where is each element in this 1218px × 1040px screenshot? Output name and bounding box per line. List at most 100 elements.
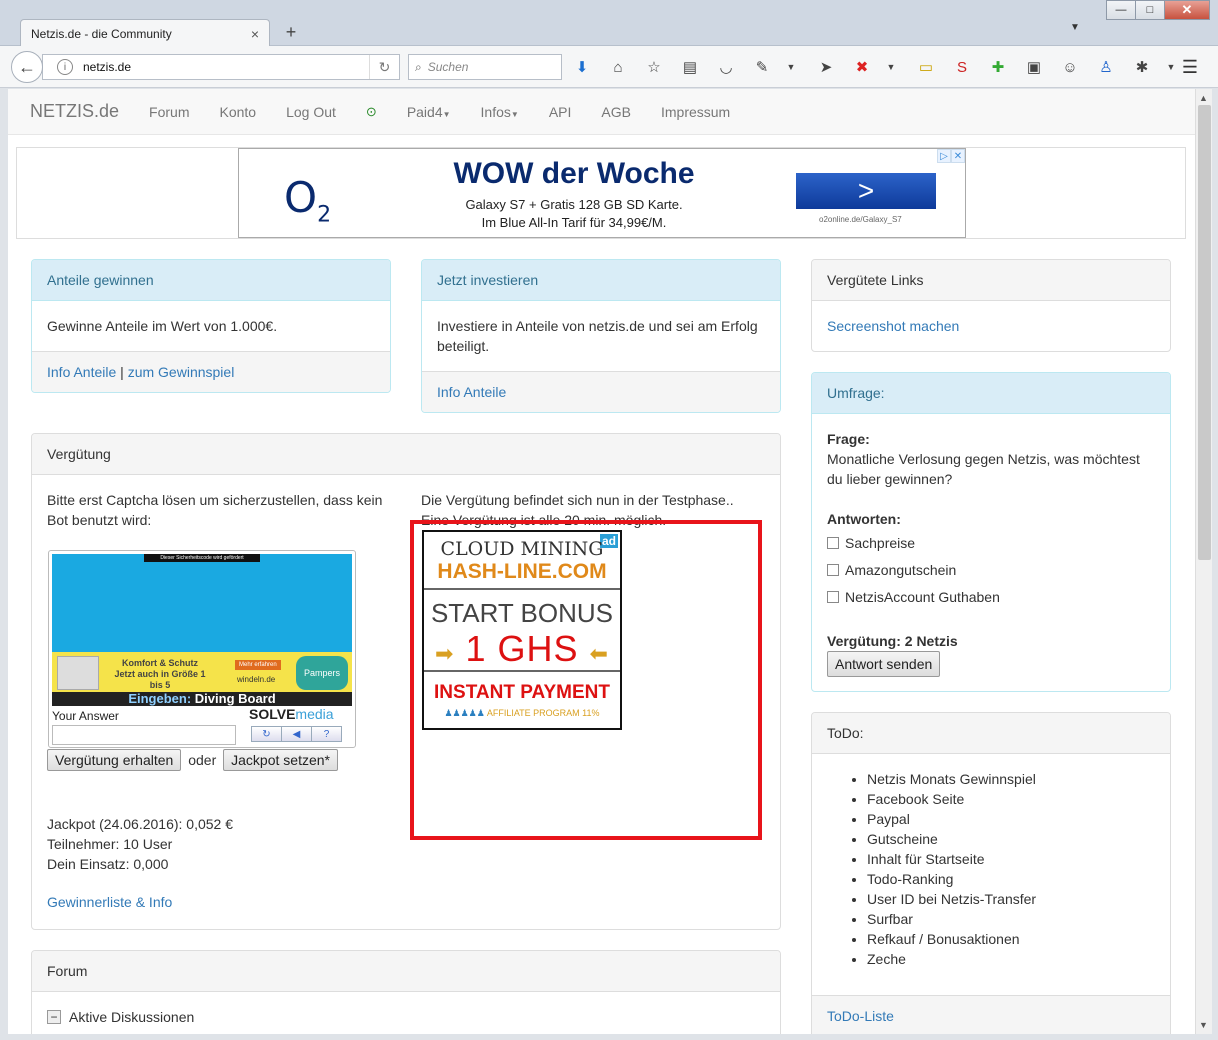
- reader-list-icon[interactable]: ▤: [678, 56, 702, 78]
- chevron-down-icon[interactable]: ▼: [1166, 56, 1176, 78]
- panel-forum-heading: Forum: [32, 951, 780, 992]
- answer-option[interactable]: NetzisAccount Guthaben: [827, 587, 1155, 607]
- nav-paid4[interactable]: Paid4▼: [407, 104, 451, 120]
- adchoices-icon[interactable]: ▷: [937, 149, 951, 163]
- maximize-button[interactable]: □: [1135, 0, 1165, 20]
- panel-todo-footer: ToDo-Liste: [812, 995, 1170, 1034]
- nav-infos[interactable]: Infos▼: [481, 104, 519, 120]
- url-text[interactable]: netzis.de: [83, 60, 369, 74]
- info-anteile-link[interactable]: Info Anteile: [47, 364, 116, 380]
- answer-label: NetzisAccount Guthaben: [845, 589, 1000, 605]
- minimize-button[interactable]: —: [1106, 0, 1136, 20]
- nav-infos-label: Infos: [480, 103, 511, 120]
- verguetung-erhalten-button[interactable]: Vergütung erhalten: [47, 749, 182, 771]
- list-tabs-icon[interactable]: ▼: [1070, 22, 1080, 33]
- pocket-icon[interactable]: ◡: [714, 56, 738, 78]
- help-icon[interactable]: ?: [311, 726, 342, 742]
- chevron-down-icon[interactable]: ▼: [886, 56, 896, 78]
- site-brand[interactable]: NETZIS.de: [30, 101, 119, 122]
- close-window-button[interactable]: ✕: [1164, 0, 1210, 20]
- panel-investieren-heading: Jetzt investieren: [422, 260, 780, 301]
- jackpot-info: Jackpot (24.06.2016): 0,052 € Teilnehmer…: [47, 814, 233, 874]
- user-lock-icon[interactable]: ♙: [1094, 56, 1118, 78]
- checkbox[interactable]: [827, 591, 839, 603]
- captcha-ad-banner[interactable]: Komfort & Schutz Jetzt auch in Größe 1 b…: [52, 652, 352, 692]
- page-scrollbar[interactable]: ▲ ▼: [1195, 89, 1212, 1034]
- refresh-icon[interactable]: ↻: [251, 726, 282, 742]
- answer-option[interactable]: Sachpreise: [827, 533, 1155, 553]
- nav-api[interactable]: API: [549, 104, 572, 120]
- back-arrow-icon: ←: [18, 56, 36, 77]
- todo-liste-link[interactable]: ToDo-Liste: [827, 1008, 894, 1024]
- nav-agb[interactable]: AGB: [601, 104, 631, 120]
- audio-icon[interactable]: ◀: [281, 726, 312, 742]
- home-icon[interactable]: ⌂: [606, 56, 630, 78]
- checkbox[interactable]: [827, 537, 839, 549]
- chevron-down-icon[interactable]: ▼: [786, 56, 796, 78]
- panel-anteile-heading: Anteile gewinnen: [32, 260, 390, 301]
- nav-logout[interactable]: Log Out: [286, 104, 336, 120]
- ad-line-2: Im Blue All-In Tarif für 34,99€/M.: [481, 215, 667, 230]
- scroll-thumb[interactable]: [1198, 105, 1211, 560]
- browser-toolbar: i netzis.de ↻ ← ⌕ Suchen ⬇ ⌂ ☆ ▤ ◡ ✎ ▼ ➤…: [0, 46, 1218, 88]
- hamburger-menu-icon[interactable]: ☰: [1178, 56, 1202, 78]
- checkbox[interactable]: [827, 564, 839, 576]
- o2-banner-ad[interactable]: O2 WOW der Woche Galaxy S7 + Gratis 128 …: [238, 148, 966, 238]
- s-icon[interactable]: S: [950, 56, 974, 78]
- site-navbar: NETZIS.de Forum Konto Log Out ⊙ Paid4▼ I…: [8, 89, 1195, 135]
- ad-headline: WOW der Woche: [453, 157, 695, 190]
- scroll-down-icon[interactable]: ▼: [1199, 1020, 1208, 1030]
- banner-button[interactable]: Mehr erfahren: [235, 660, 281, 670]
- panel-umfrage-body: Frage: Monatliche Verlosung gegen Netzis…: [812, 414, 1170, 691]
- new-tab-button[interactable]: +: [280, 19, 302, 45]
- robot-icon[interactable]: ▣: [1022, 56, 1046, 78]
- puzzle-icon[interactable]: ✚: [986, 56, 1010, 78]
- stake-text: Dein Einsatz: 0,000: [47, 856, 169, 872]
- captcha-answer-input[interactable]: [52, 725, 236, 745]
- collapse-icon[interactable]: −: [47, 1010, 61, 1024]
- search-input[interactable]: ⌕ Suchen: [408, 54, 562, 80]
- url-bar[interactable]: i netzis.de ↻: [42, 54, 400, 80]
- download-icon[interactable]: ⬇: [570, 56, 594, 78]
- panel-verguetung-heading: Vergütung: [32, 434, 780, 475]
- bug-icon[interactable]: ✱: [1130, 56, 1154, 78]
- info-anteile-link-2[interactable]: Info Anteile: [437, 384, 506, 400]
- blocked-icon[interactable]: ✖: [850, 56, 874, 78]
- forum-item-aktive[interactable]: Aktive Diskussionen: [69, 1007, 194, 1027]
- nav-konto[interactable]: Konto: [219, 104, 256, 120]
- tab-close-icon[interactable]: ×: [251, 26, 259, 42]
- note-icon[interactable]: ▭: [914, 56, 938, 78]
- close-icon[interactable]: ✕: [951, 149, 965, 163]
- banner-text: Komfort & Schutz Jetzt auch in Größe 1 b…: [114, 658, 206, 690]
- gewinnspiel-link[interactable]: zum Gewinnspiel: [128, 364, 235, 380]
- list-item: Paypal: [867, 809, 1155, 829]
- panel-todo: ToDo: Netzis Monats Gewinnspiel Facebook…: [811, 712, 1171, 1034]
- back-button[interactable]: ←: [11, 51, 43, 83]
- search-placeholder: Suchen: [427, 60, 469, 74]
- jackpot-setzen-button[interactable]: Jackpot setzen*: [223, 749, 338, 771]
- info-icon[interactable]: i: [57, 59, 73, 75]
- pen-icon[interactable]: ✎: [750, 56, 774, 78]
- reload-icon[interactable]: ↻: [369, 55, 399, 79]
- antworten-label: Antworten:: [827, 511, 901, 527]
- panel-verguetete-links-heading: Vergütete Links: [812, 260, 1170, 301]
- captcha-prompt: Eingeben: Diving Board: [52, 692, 352, 706]
- nav-forum[interactable]: Forum: [149, 104, 189, 120]
- bookmark-star-icon[interactable]: ☆: [642, 56, 666, 78]
- answer-option[interactable]: Amazongutschein: [827, 560, 1155, 580]
- winners-link-container: Gewinnerliste & Info: [47, 894, 172, 910]
- screenshot-link[interactable]: Secreenshot machen: [827, 318, 959, 334]
- panel-todo-heading: ToDo:: [812, 713, 1170, 754]
- list-item: Facebook Seite: [867, 789, 1155, 809]
- ad-cta-button[interactable]: >: [796, 173, 936, 209]
- ad-choices[interactable]: ▷ ✕: [937, 149, 965, 163]
- scroll-up-icon[interactable]: ▲: [1199, 93, 1208, 103]
- chat-icon[interactable]: ☺: [1058, 56, 1082, 78]
- browser-tab[interactable]: Netzis.de - die Community ×: [20, 19, 270, 47]
- antwort-senden-button[interactable]: Antwort senden: [827, 651, 941, 677]
- umfrage-verguetung: Vergütung: 2 Netzis: [827, 633, 958, 649]
- gewinnerliste-link[interactable]: Gewinnerliste & Info: [47, 894, 172, 910]
- nav-impressum[interactable]: Impressum: [661, 104, 730, 120]
- your-answer-label: Your Answer: [52, 709, 119, 723]
- send-icon[interactable]: ➤: [814, 56, 838, 78]
